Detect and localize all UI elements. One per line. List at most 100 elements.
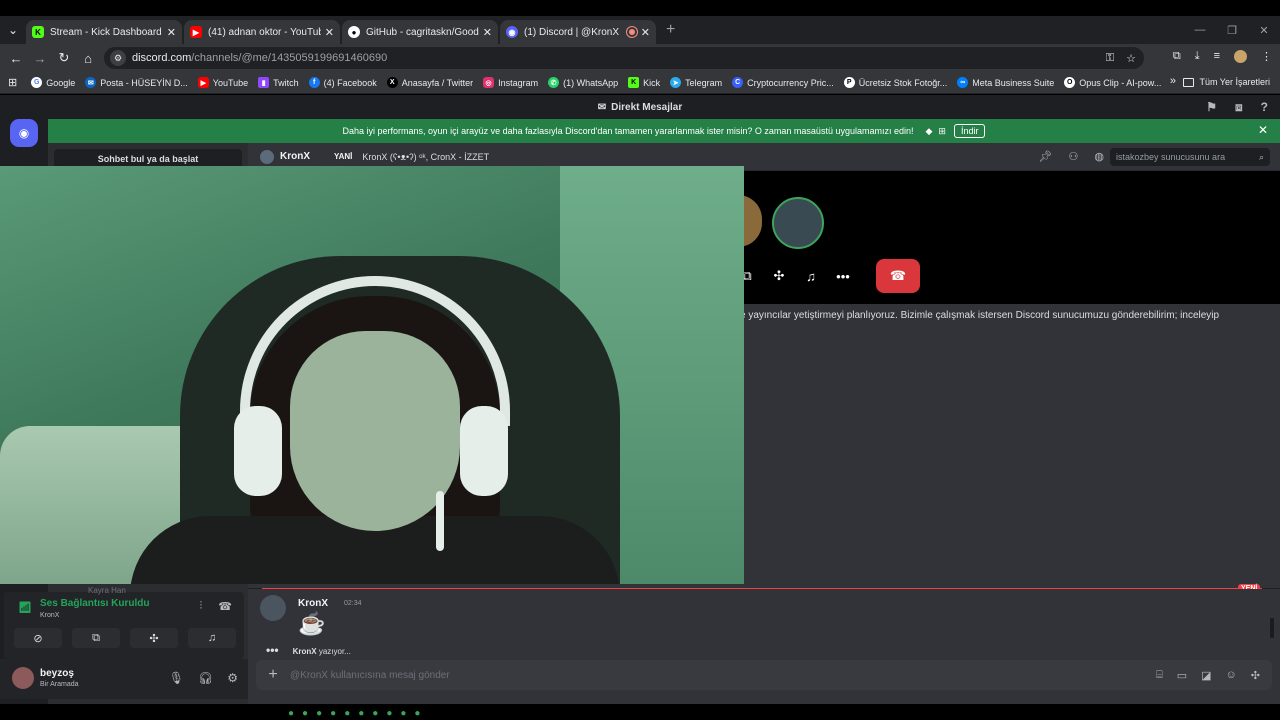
- message-input[interactable]: + @KronX kullanıcısına mesaj gönder ⌸ ▭ …: [256, 660, 1272, 690]
- download-icon[interactable]: ⤓: [1195, 50, 1200, 63]
- home-icon[interactable]: ⌂: [76, 51, 100, 66]
- webcam-overlay: [0, 166, 744, 584]
- bookmark-twitch[interactable]: ▮ Twitch: [258, 77, 299, 88]
- bookmark-meta[interactable]: ∞ Meta Business Suite: [957, 77, 1054, 88]
- username: beyzoş: [40, 668, 74, 679]
- restore-icon[interactable]: ❐: [1216, 24, 1248, 37]
- emoji-icon: ●: [386, 708, 393, 719]
- emoji-icon: ●: [358, 708, 365, 719]
- apps-icon[interactable]: ✣: [1251, 669, 1260, 682]
- noise-suppression-icon[interactable]: ⫶: [200, 600, 203, 613]
- recent-messages: KronX 02:34 ☕ ••• KronX yazıyor... + @Kro…: [248, 589, 1280, 720]
- close-window-icon[interactable]: ✕: [1248, 24, 1280, 37]
- voice-channel[interactable]: KronX: [40, 612, 59, 619]
- signal-icon[interactable]: 📶︎: [18, 601, 32, 614]
- extensions-icon[interactable]: ⧉: [1173, 50, 1181, 63]
- address-bar[interactable]: ⚙ discord.com/channels/@me/1435059199691…: [104, 47, 1144, 69]
- new-tab-icon[interactable]: +: [666, 21, 675, 39]
- avatar[interactable]: [260, 595, 286, 621]
- activities-button[interactable]: ✣: [130, 628, 178, 648]
- close-tab-icon[interactable]: ✕: [641, 26, 650, 39]
- tab-github[interactable]: ● GitHub - cagritaskn/GoodbyeD ✕: [342, 20, 498, 44]
- mail-icon: ✉: [85, 77, 97, 88]
- emoji-icon: ●: [302, 708, 309, 719]
- bookmark-stock-photos[interactable]: P Ücretsiz Stok Fotoğr...: [843, 77, 947, 88]
- disconnect-icon[interactable]: ☎: [218, 600, 232, 613]
- bookmark-twitter[interactable]: X Anasayfa / Twitter: [386, 77, 473, 88]
- avatar[interactable]: [12, 667, 34, 689]
- media-icon[interactable]: ≡: [1214, 50, 1220, 63]
- opus-icon: O: [1064, 77, 1076, 88]
- participant-avatar[interactable]: [772, 197, 824, 249]
- gift-icon[interactable]: ⌸: [1156, 669, 1163, 682]
- bookmark-kick[interactable]: K Kick: [628, 77, 660, 88]
- back-icon[interactable]: ←: [4, 51, 28, 66]
- emoji-icon: ●: [288, 708, 295, 719]
- dm-list-item[interactable]: Kayra Han: [88, 586, 126, 595]
- menu-icon[interactable]: ⋮: [1261, 50, 1272, 63]
- site-info-icon[interactable]: ⚙: [110, 50, 126, 66]
- tab-kick[interactable]: K Stream - Kick Dashboard ✕: [26, 20, 182, 44]
- tab-search-icon[interactable]: ⌄: [0, 16, 26, 44]
- sticker-icon[interactable]: ◪: [1201, 669, 1211, 682]
- camera-off-button[interactable]: ⊘: [14, 628, 62, 648]
- help-icon[interactable]: ?: [1261, 100, 1268, 115]
- forward-icon[interactable]: →: [28, 51, 52, 66]
- add-friend-icon[interactable]: ⚇: [1069, 150, 1079, 163]
- download-button[interactable]: İndir: [953, 124, 986, 138]
- screen-icon[interactable]: ⧈: [1235, 100, 1243, 115]
- avatar[interactable]: [260, 149, 274, 164]
- scrollbar[interactable]: [1270, 618, 1274, 638]
- pexels-icon: P: [843, 77, 855, 88]
- bookmark-instagram[interactable]: ◎ Instagram: [483, 77, 538, 88]
- bookmark-mail[interactable]: ✉ Posta - HÜSEYİN D...: [85, 77, 188, 88]
- message-author[interactable]: KronX: [298, 598, 328, 609]
- bookmark-telegram[interactable]: ➤ Telegram: [670, 77, 722, 88]
- tab-discord[interactable]: ◉ (1) Discord | @KronX ✕: [500, 20, 656, 44]
- bookmark-star-icon[interactable]: ☆: [1126, 52, 1136, 65]
- pin-icon[interactable]: 📌︎: [1039, 150, 1053, 163]
- tab-youtube[interactable]: ▶ (41) adnan oktor - YouTube ✕: [184, 20, 340, 44]
- download-banner: Daha iyi performans, oyun içi arayüz ve …: [48, 119, 1280, 143]
- soundboard-icon[interactable]: ♫: [802, 269, 820, 284]
- search-input[interactable]: istakozbey sunucusunu ara ⌕: [1110, 148, 1270, 166]
- close-tab-icon[interactable]: ✕: [483, 26, 492, 39]
- headphones-icon[interactable]: 🎧︎: [198, 671, 213, 685]
- attach-plus-icon[interactable]: +: [256, 666, 290, 684]
- minimize-icon[interactable]: —: [1184, 24, 1216, 36]
- activities-icon[interactable]: ✣: [770, 268, 788, 284]
- whatsapp-icon: ✆: [548, 77, 560, 88]
- password-key-icon[interactable]: ⚿: [1106, 52, 1114, 65]
- meta-icon: ∞: [957, 77, 969, 88]
- close-banner-icon[interactable]: ✕: [1258, 123, 1268, 137]
- gif-icon[interactable]: ▭: [1177, 669, 1187, 682]
- profile-avatar[interactable]: [1234, 50, 1247, 63]
- settings-gear-icon[interactable]: ⚙: [227, 671, 238, 685]
- bookmark-google[interactable]: G Google: [31, 77, 75, 88]
- microphone-icon[interactable]: 🎙︎: [169, 671, 184, 685]
- all-bookmarks[interactable]: Tüm Yer İşaretleri: [1183, 77, 1270, 87]
- soundboard-button[interactable]: ♫: [188, 628, 236, 648]
- inbox-flag-icon[interactable]: ⚑: [1206, 100, 1217, 115]
- more-bookmarks-icon[interactable]: »: [1170, 75, 1176, 87]
- close-tab-icon[interactable]: ✕: [167, 26, 176, 39]
- apps-icon[interactable]: ⊞: [8, 76, 17, 89]
- bookmark-crypto[interactable]: C Cryptocurrency Pric...: [732, 77, 834, 88]
- discord-home-icon[interactable]: ◉: [10, 119, 38, 147]
- bookmark-whatsapp[interactable]: ✆ (1) WhatsApp: [548, 77, 618, 88]
- emoji-icon[interactable]: ☺: [1226, 669, 1237, 682]
- profile-icon[interactable]: ◍: [1094, 150, 1104, 163]
- close-tab-icon[interactable]: ✕: [325, 26, 334, 39]
- emoji-icon: ●: [316, 708, 323, 719]
- bookmark-youtube[interactable]: ▶ YouTube: [197, 77, 248, 88]
- screen-share-button[interactable]: ⧉: [72, 628, 120, 648]
- hangup-button[interactable]: ☎: [876, 259, 920, 293]
- instagram-icon: ◎: [483, 77, 495, 88]
- github-icon: ●: [348, 26, 360, 38]
- bookmark-opus[interactable]: O Opus Clip - AI-pow...: [1064, 77, 1161, 88]
- emoji-overlay-strip: ● ● ● ● ● ● ● ● ● ●: [288, 708, 420, 719]
- bookmark-facebook[interactable]: f (4) Facebook: [308, 77, 377, 88]
- recording-indicator-icon: [626, 27, 637, 37]
- reload-icon[interactable]: ↻: [52, 50, 76, 66]
- more-icon[interactable]: •••: [834, 269, 852, 284]
